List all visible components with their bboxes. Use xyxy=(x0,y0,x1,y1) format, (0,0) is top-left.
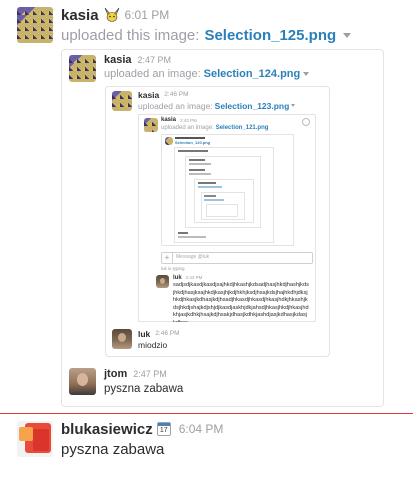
file-link: Selection_123.png xyxy=(214,100,290,111)
image-preview-selection-125[interactable]: kasia 2:47 PM uploaded an image: Selecti… xyxy=(61,49,384,407)
upload-action-text: uploaded this image: xyxy=(61,26,200,44)
chevron-down-icon xyxy=(291,104,296,107)
avatar[interactable] xyxy=(17,421,53,457)
author-name: kasia xyxy=(104,54,132,66)
chevron-down-icon xyxy=(303,72,310,76)
avatar xyxy=(69,55,96,82)
timestamp: 2:43 PM xyxy=(185,275,203,280)
upload-action-text: uploaded an image: xyxy=(138,100,213,111)
avatar xyxy=(144,118,158,132)
avatar xyxy=(112,329,132,349)
image-preview-selection-123: kasia 2:43 PM uploaded an image: Selecti… xyxy=(138,114,316,322)
author-name: kasia xyxy=(161,117,177,123)
avatar xyxy=(112,91,132,111)
file-link: Selection_124.png xyxy=(203,68,301,80)
author-name[interactable]: kasia xyxy=(61,7,99,24)
new-messages-divider xyxy=(0,413,413,414)
message-composer: + Message @luk xyxy=(161,252,313,264)
avatar xyxy=(69,368,96,395)
composer-placeholder: Message @luk xyxy=(176,254,210,260)
emoji-reaction-icon xyxy=(302,118,310,126)
timestamp[interactable]: 6:01 PM xyxy=(125,8,170,22)
inner-file-link: Selection_120.png xyxy=(175,140,211,145)
timestamp: 2:47 PM xyxy=(137,55,172,65)
typing-indicator: luk is typing xyxy=(161,266,185,271)
plus-icon: + xyxy=(162,253,173,263)
message-text: pyszna zabawa xyxy=(61,441,165,458)
avatar[interactable] xyxy=(17,7,53,43)
image-preview-selection-124: kasia 2:46 PM uploaded an image: Selecti… xyxy=(105,86,330,357)
author-name: luk xyxy=(138,328,151,339)
message-text: pyszna zabawa xyxy=(104,383,184,395)
author-name[interactable]: blukasiewicz xyxy=(61,421,153,438)
calendar-icon: 17 xyxy=(156,422,171,436)
timestamp: 2:43 PM xyxy=(180,117,197,123)
timestamp: 2:46 PM xyxy=(164,91,189,98)
slack-icon xyxy=(19,423,51,453)
file-link[interactable]: Selection_125.png xyxy=(204,27,336,44)
upload-action-text: uploaded an image: xyxy=(104,68,201,80)
message-text: miodzio xyxy=(138,340,168,350)
chevron-down-icon[interactable] xyxy=(343,32,352,38)
upload-action-text: uploaded an image: xyxy=(161,125,214,131)
message-text: sadjsdjkasdjkasdjsajhkdjhkashjkdsadjhasj… xyxy=(173,282,309,322)
calendar-day: 17 xyxy=(159,427,168,434)
timestamp: 2:46 PM xyxy=(155,330,180,337)
pikachu-emoji-icon xyxy=(103,7,121,23)
author-name: luk xyxy=(173,274,182,281)
author-name: kasia xyxy=(138,89,160,100)
timestamp[interactable]: 6:04 PM xyxy=(179,422,224,436)
avatar xyxy=(165,137,173,145)
author-name: jtom xyxy=(104,368,128,380)
timestamp: 2:47 PM xyxy=(133,369,167,379)
image-preview-selection-121: Selection_120.png xyxy=(161,134,294,246)
avatar xyxy=(156,275,169,288)
file-link: Selection_121.png xyxy=(215,125,269,131)
